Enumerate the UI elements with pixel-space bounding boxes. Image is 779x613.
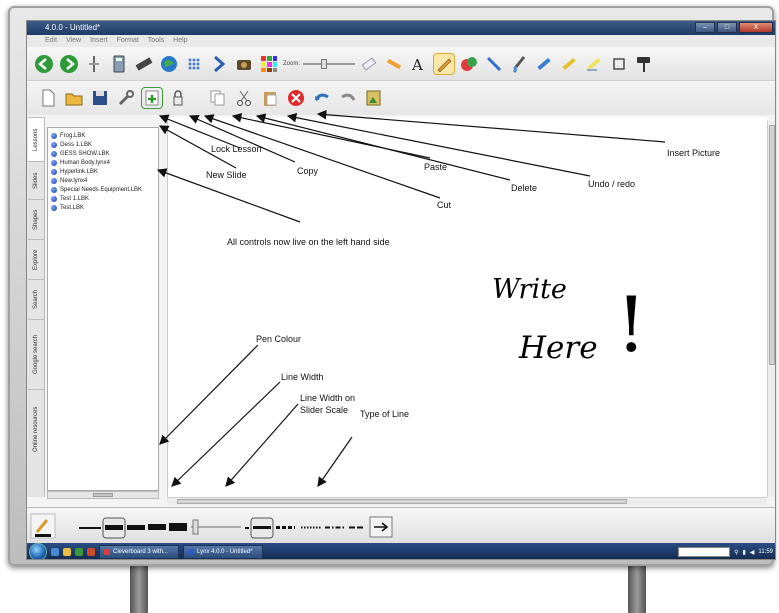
- annotation-copy: Copy: [297, 166, 319, 176]
- arrow-line-width: [171, 381, 281, 487]
- annotation-line-width-slider-2: Slider Scale: [300, 405, 349, 415]
- handwriting-exclamation: !: [616, 280, 647, 369]
- arrow-pen-colour: [159, 344, 259, 445]
- annotation-left-controls: All controls now live on the left hand s…: [227, 237, 390, 247]
- annotation-insert-picture: Insert Picture: [667, 148, 721, 158]
- arrow-type-of-line: [317, 436, 353, 487]
- annotation-undo-redo: Undo / redo: [588, 179, 636, 189]
- annotation-cut: Cut: [437, 200, 452, 210]
- handwriting-here: Here: [519, 330, 598, 366]
- annotation-line-width-slider-1: Line Width on: [300, 393, 356, 403]
- annotation-new-slide: New Slide: [206, 170, 247, 180]
- annotation-type-of-line: Type of Line: [360, 409, 410, 419]
- arrow-line-width-slider: [225, 403, 299, 487]
- arrow-cut: [203, 114, 441, 199]
- annotation-line-width: Line Width: [281, 372, 324, 382]
- handwriting-write: Write: [492, 274, 567, 305]
- annotation-paste: Paste: [424, 162, 448, 172]
- annotation-lock-lesson: Lock Lesson: [211, 144, 262, 154]
- annotation-arrows: [156, 109, 666, 487]
- annotation-delete: Delete: [511, 183, 538, 193]
- annotation-pen-colour: Pen Colour: [256, 334, 302, 344]
- arrow-insert-picture: [316, 109, 666, 143]
- arrow-copy: [188, 114, 296, 163]
